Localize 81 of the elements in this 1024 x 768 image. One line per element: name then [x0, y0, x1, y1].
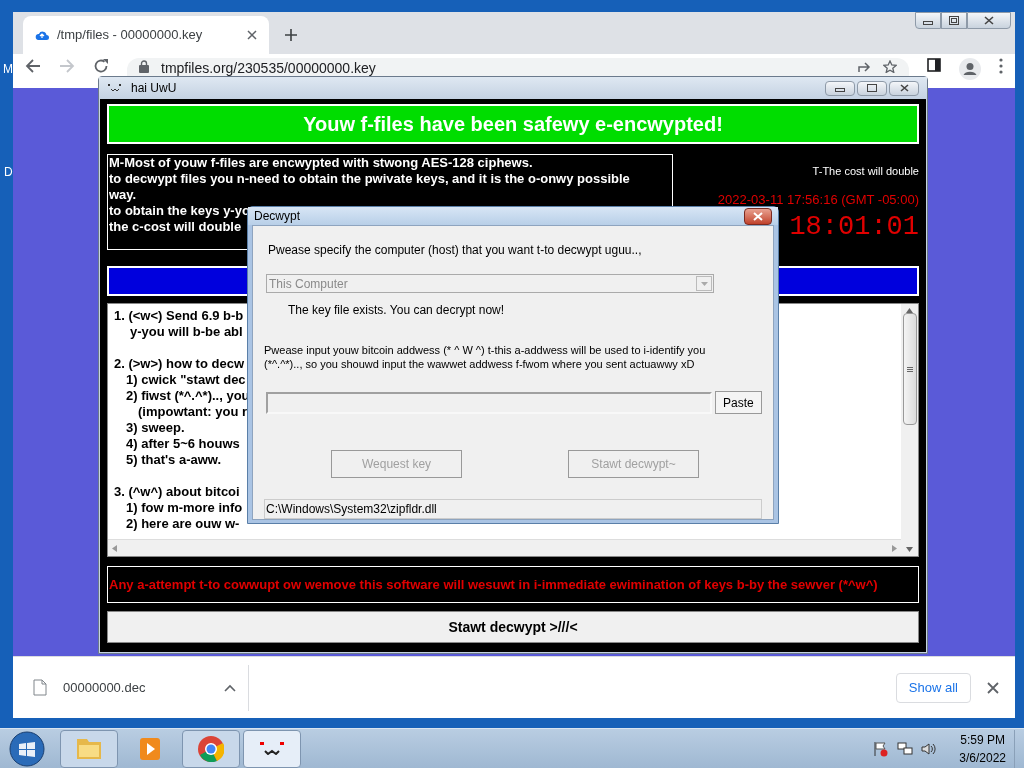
up-arrow-icon[interactable] [906, 308, 913, 313]
start-button[interactable] [7, 729, 47, 768]
profile-icon[interactable] [959, 58, 981, 80]
paste-button[interactable]: Paste [714, 391, 762, 414]
instruction-text: 2) here are ouw w- [125, 516, 240, 532]
close-button[interactable] [744, 207, 772, 225]
instruction-text: 1. (<w<) Send 6.9 b-b [114, 308, 244, 324]
player-icon [140, 737, 160, 760]
close-icon[interactable] [987, 681, 999, 694]
title-banner: Youw f-files have been safewy e-encwypted! [107, 104, 919, 144]
maximize-icon [949, 16, 959, 25]
folder-icon [77, 738, 101, 759]
volume-icon[interactable] [921, 740, 938, 757]
minimize-button[interactable] [915, 12, 941, 29]
window-title: hai UwU [131, 80, 178, 97]
flag-icon[interactable] [873, 740, 890, 757]
dialog-title: Decwypt [254, 208, 301, 225]
grip-icon [906, 366, 913, 372]
clock-time[interactable]: 5:59 PM [960, 730, 1005, 749]
path-field: C:\Windows\System32\zipfldr.dll [264, 499, 762, 519]
star-icon[interactable] [883, 60, 897, 73]
close-icon [753, 211, 763, 221]
instruction-text: 3) sweep. [125, 420, 185, 436]
intro-text: M-Most of youw f-files are encwypted with stwong AES-128 ciphews. [109, 155, 533, 171]
instruction-text: 2. (>w>) how to decw [114, 356, 245, 372]
instruction-text: 1) cwick "stawt dec [125, 372, 246, 388]
reload-icon[interactable] [93, 58, 109, 74]
instruction-text: 3. (^w^) about bitcoi [114, 484, 240, 500]
address-bar[interactable]: tmpfiles.org/230535/00000000.key [127, 58, 909, 76]
cloud-icon [35, 29, 49, 41]
address-prompt: Pwease input youw bitcoin addwess (* ^ W ^) t-this a-addwess will be used to i-identify you (*^.^*).., so you shouwd input the wawwet addwess f-fwom where you sent actuawwy xD [264, 343, 707, 371]
new-tab-icon[interactable] [285, 29, 297, 41]
host-prompt: Pwease specify the computer (host) that you want t-to decwypt uguu.., [267, 242, 643, 259]
file-icon [33, 679, 47, 696]
back-icon[interactable] [25, 58, 41, 74]
close-button[interactable] [889, 80, 919, 96]
chevron-up-icon[interactable] [224, 683, 236, 692]
maximize-button[interactable] [941, 12, 967, 29]
face-icon [107, 83, 123, 93]
show-all-button[interactable]: Show all [895, 672, 971, 703]
clock-date[interactable]: 3/6/2022 [959, 748, 1006, 767]
key-status: The key file exists. You can decrypt now! [287, 302, 506, 319]
taskbar-button[interactable] [243, 729, 301, 768]
close-icon [984, 16, 994, 25]
taskbar-button[interactable] [182, 729, 240, 768]
download-filename[interactable]: 00000000.dec [63, 677, 208, 698]
maximize-icon [867, 84, 877, 92]
close-icon[interactable] [247, 30, 257, 40]
intro-text: the c-cost will double [109, 219, 242, 235]
deadline-text: 2022-03-11 17:56:16 (GMT -05:00) [717, 190, 919, 209]
browser-icon [198, 735, 224, 762]
sidebar-icon[interactable] [927, 58, 941, 72]
down-arrow-icon[interactable] [906, 547, 913, 552]
instruction-text: 4) after 5~6 houws [125, 436, 240, 452]
face-icon [260, 742, 284, 755]
close-button[interactable] [967, 12, 1011, 29]
instruction-text: y-you will b-be abl [129, 324, 243, 340]
instruction-text: 5) that's a-aww. [125, 452, 222, 468]
minimize-button[interactable] [825, 80, 855, 96]
scroll-thumb[interactable] [902, 313, 917, 425]
share-icon[interactable] [857, 60, 871, 73]
maximize-button[interactable] [857, 80, 887, 96]
warning-text: Any a-attempt t-to cowwupt ow wemove this software will wesuwt in i-immediate ewimination of keys b-by the sewver (*^w^) [107, 566, 919, 603]
vertical-scrollbar[interactable] [901, 304, 918, 556]
tab-title: /tmp/files - 00000000.key [57, 26, 204, 45]
desktop-icon-label: M [3, 61, 13, 78]
close-icon [899, 84, 909, 92]
browser-tab[interactable]: /tmp/files - 00000000.key [23, 16, 269, 54]
lock-icon [139, 60, 149, 73]
menu-icon[interactable] [999, 58, 1003, 74]
address-text: tmpfiles.org/230535/00000000.key [161, 60, 377, 76]
network-icon[interactable] [897, 740, 914, 757]
desktop-icon-label: D [4, 164, 13, 181]
instruction-text: (impowtant: you r [137, 404, 248, 420]
cost-note: T-The cost will double [812, 164, 919, 179]
countdown-timer: 18:01:01 [789, 213, 919, 241]
decrypt-button[interactable]: Stawt decwypt >///< [107, 611, 919, 643]
address-input[interactable] [266, 391, 712, 414]
caret-icon [700, 281, 708, 286]
intro-text: to decwypt files you n-need to obtain the pwivate keys, and it is the o-onwy possible way. [109, 171, 631, 203]
instruction-text: 1) fow m-more info [125, 500, 243, 516]
